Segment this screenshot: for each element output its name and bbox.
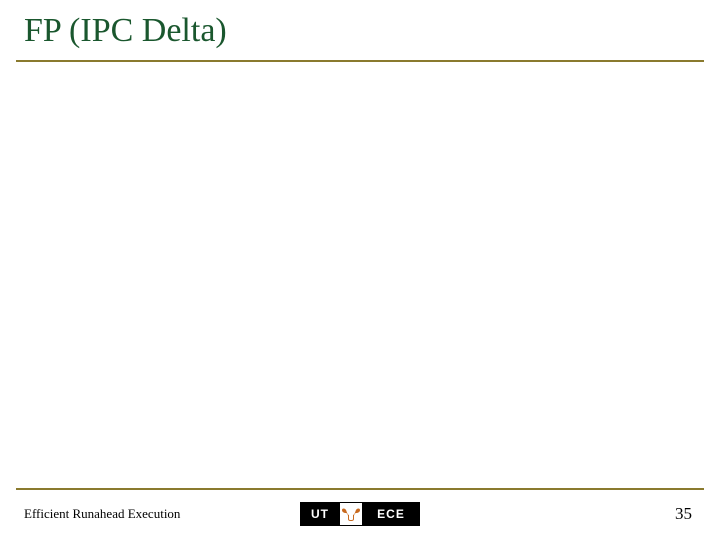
slide: FP (IPC Delta) Efficient Runahead Execut… [0,0,720,540]
logo-ut-text: UT [301,503,339,525]
page-number: 35 [675,504,692,524]
footer: Efficient Runahead Execution UT ECE 35 [0,490,720,540]
slide-title: FP (IPC Delta) [24,12,227,50]
longhorn-icon [339,503,363,525]
title-divider [16,60,704,62]
footer-text-left: Efficient Runahead Execution [24,506,180,522]
ut-ece-logo: UT ECE [300,502,420,526]
logo-ece-text: ECE [363,503,419,525]
